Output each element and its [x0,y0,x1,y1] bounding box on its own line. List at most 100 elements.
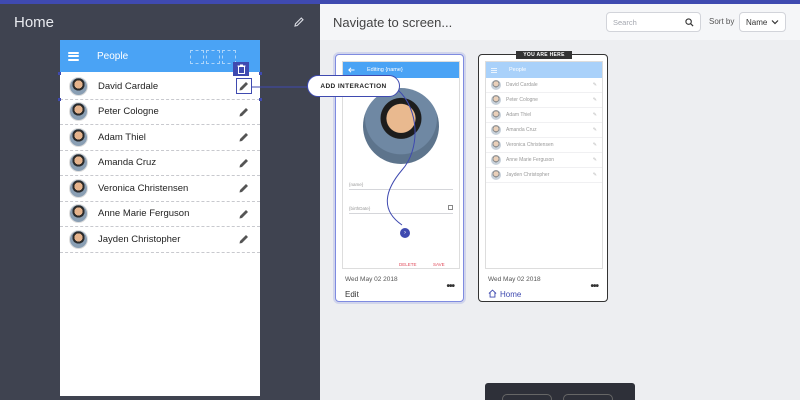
sort-select[interactable]: Name [739,12,786,32]
person-name: Jayden Christopher [506,172,550,178]
list-item[interactable]: Anne Marie Ferguson [60,202,260,227]
sort-label: Sort by [709,17,735,26]
pencil-icon[interactable] [236,206,252,222]
avatar [69,204,88,224]
hamburger-icon [491,67,497,73]
card-date: Wed May 02 2018 [488,276,541,283]
app-bar-action-slots [190,50,236,64]
card-date: Wed May 02 2018 [345,276,398,283]
avatar [491,95,501,105]
pencil-icon[interactable] [236,155,252,171]
pencil-icon: ✎ [592,127,597,133]
avatar [69,76,88,96]
pencil-icon: ✎ [592,142,597,148]
pencil-icon: ✎ [592,97,597,103]
home-icon [488,289,497,298]
person-name: David Cardale [506,82,538,88]
search-input[interactable] [613,17,681,27]
navigate-header: Navigate to screen... Sort by Name [320,4,800,40]
avatar [69,178,88,198]
bottom-toolbar [485,383,635,400]
toolbar-button[interactable] [502,394,552,400]
list-item: Peter Cologne ✎ [486,93,602,108]
list-item[interactable]: Jayden Christopher [60,227,260,253]
avatar [69,229,88,249]
person-name: Anne Marie Ferguson [98,208,190,220]
person-name: Amanda Cruz [506,127,537,133]
thumb-app-bar: People [486,62,602,78]
avatar [491,140,501,150]
delete-button: DELETE [399,262,417,267]
toolbar-button[interactable] [563,394,613,400]
avatar [69,127,88,147]
avatar [491,110,501,120]
avatar [69,102,88,122]
pencil-icon[interactable] [292,15,306,29]
list-item: David Cardale ✎ [486,78,602,93]
more-horizontal-icon[interactable]: ••• [590,281,598,292]
pencil-icon: ✎ [592,157,597,163]
list-item: Jayden Christopher ✎ [486,168,602,183]
person-name: Peter Cologne [506,97,538,103]
sort-value: Name [746,17,768,27]
person-name: Amanda Cruz [98,157,157,169]
pencil-icon[interactable] [236,180,252,196]
navigate-title: Navigate to screen... [333,14,453,30]
list-item[interactable]: David Cardale [58,72,262,101]
chevron-right-icon: › [400,228,410,238]
list-item: Amanda Cruz ✎ [486,123,602,138]
pencil-icon: ✎ [592,172,597,178]
list-item: Adam Thiel ✎ [486,108,602,123]
app-bar: People [60,40,260,72]
app-bar-title: People [97,50,129,62]
person-name: Anne Marie Ferguson [506,157,555,163]
screen-title: Home [14,13,55,31]
list-item[interactable]: Adam Thiel [60,125,260,151]
list-item[interactable]: Veronica Christensen [60,176,260,202]
people-list: David Cardale Peter Cologne Adam Thiel A… [58,72,262,253]
avatar [69,153,88,173]
chevron-down-icon [771,20,779,25]
add-interaction-button[interactable]: ADD INTERACTION [307,75,400,97]
avatar [491,155,501,165]
pencil-icon[interactable] [236,129,252,145]
avatar [491,80,501,90]
pencil-icon[interactable] [58,72,262,101]
pencil-icon: ✎ [592,82,597,88]
screen-header: Home [0,4,320,40]
person-name: Jayden Christopher [98,233,181,245]
card-name: Edit [345,290,359,299]
avatar [491,125,501,135]
birthdate-label: {birthDate} [349,206,371,211]
pencil-icon[interactable] [236,104,252,120]
you-are-here-badge: YOU ARE HERE [516,51,572,59]
person-name: Adam Thiel [506,112,532,118]
person-name: Adam Thiel [98,131,146,143]
screen-thumbnail: People David Cardale ✎ Peter Cologne ✎ Ada… [485,61,603,269]
search-icon[interactable] [685,17,694,27]
back-arrow-icon [348,67,355,73]
name-field: {name} [349,182,453,190]
profile-photo [363,88,439,164]
birthdate-field: {birthDate} [349,205,453,214]
person-name: Peter Cologne [98,106,159,118]
person-name: David Cardale [98,80,159,92]
list-item: Anne Marie Ferguson ✎ [486,153,602,168]
more-horizontal-icon[interactable]: ••• [446,281,454,292]
thumb-title: Editing {name} [367,67,403,73]
calendar-icon [448,205,453,210]
thumb-title: People [509,67,527,73]
avatar [491,170,501,180]
hamburger-icon[interactable] [68,51,79,61]
search-box[interactable] [606,12,701,32]
list-item[interactable]: Amanda Cruz [60,151,260,176]
save-button: SAVE [433,262,445,267]
person-name: Veronica Christensen [98,182,189,194]
list-item: Veronica Christensen ✎ [486,138,602,153]
person-name: Veronica Christensen [506,142,554,148]
screen-card-home[interactable]: YOU ARE HERE People David Cardale ✎ Peter… [478,51,608,302]
pencil-icon[interactable] [236,231,252,247]
pencil-icon: ✎ [592,112,597,118]
list-item[interactable]: Peter Cologne [60,100,260,125]
card-name[interactable]: Home [500,290,521,299]
